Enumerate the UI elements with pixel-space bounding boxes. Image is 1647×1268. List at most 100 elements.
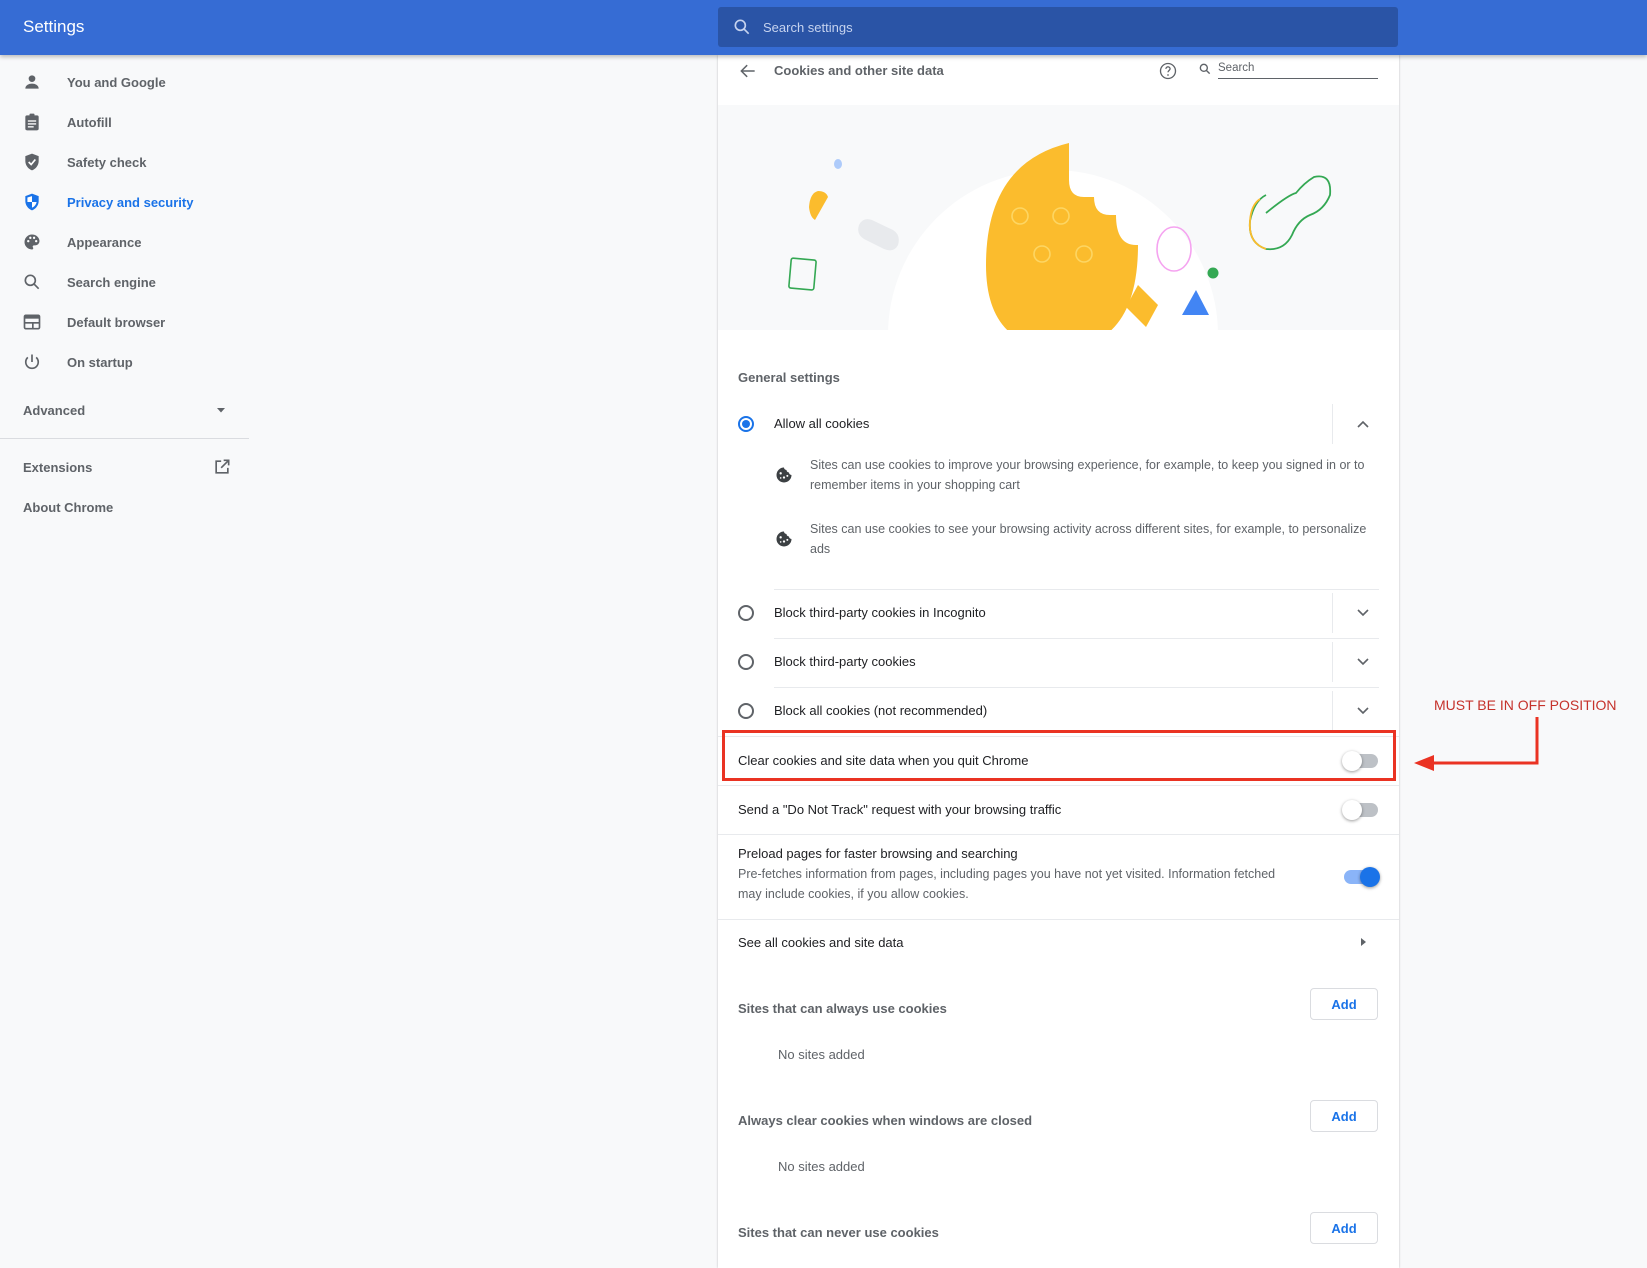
do-not-track-toggle[interactable] [1342,800,1378,820]
sidebar-item-about-chrome[interactable]: About Chrome [0,487,250,527]
add-never-allow-button[interactable]: Add [1310,1212,1378,1244]
search-icon [24,274,40,290]
clipboard-icon [25,113,39,131]
general-settings-title: General settings [738,370,840,385]
toggle-label: Preload pages for faster browsing and se… [738,846,1018,861]
browser-window-icon [23,314,41,330]
palette-icon [24,234,40,250]
annotation-arrow-icon [1414,717,1539,771]
separator [1332,404,1333,444]
radio-block-all: Block all cookies (not recommended) [718,687,1399,735]
radio-label[interactable]: Block third-party cookies in Incognito [774,605,986,620]
cookie-icon [776,531,792,547]
search-settings-input[interactable] [763,7,1363,47]
search-settings-box[interactable] [718,7,1398,47]
toggle-knob [1342,800,1362,820]
yellow-blob-edge [1248,198,1267,250]
extensions-label: Extensions [23,459,93,475]
sidebar-item-you-and-google[interactable]: You and Google [0,62,250,102]
see-all-cookies-label: See all cookies and site data [738,935,904,950]
back-arrow-icon[interactable] [738,61,758,81]
green-blob-shape [1248,175,1332,251]
sidebar-item-autofill[interactable]: Autofill [0,102,250,142]
sidebar-item-label: Search engine [67,274,156,290]
separator [1332,593,1333,633]
separator [1332,642,1333,682]
sidebar-item-extensions[interactable]: Extensions [0,447,250,487]
radio-button-block-all[interactable] [738,703,754,719]
sidebar-item-label: Safety check [67,154,147,170]
blue-dot-shape [834,159,842,169]
sidebar-item-label: Autofill [67,114,112,130]
arrow-right-icon [1361,938,1366,946]
sidebar-item-privacy-and-security[interactable]: Privacy and security [0,182,250,222]
chevron-down-icon [1357,609,1369,617]
sidebar-item-label: Default browser [67,314,166,330]
add-clear-on-exit-button[interactable]: Add [1310,1100,1378,1132]
grey-pill-shape [858,219,899,251]
allow-detail-item: Sites can use cookies to see your browsi… [774,519,1374,561]
expand-button[interactable] [1348,699,1378,723]
subpage-search[interactable] [1198,57,1380,81]
add-always-allow-button[interactable]: Add [1310,988,1378,1020]
shield-check-icon [25,153,39,171]
shield-half-icon [25,193,39,211]
list-title-never-allow: Sites that can never use cookies [738,1225,939,1240]
empty-list-text: No sites added [778,1047,865,1062]
radio-label[interactable]: Block third-party cookies [774,654,916,669]
sidebar-item-appearance[interactable]: Appearance [0,222,250,262]
chevron-down-icon [1357,658,1369,666]
subpage-header: Cookies and other site data [718,55,1399,105]
sidebar-item-label: Privacy and security [67,194,194,210]
radio-block-third-party-incognito: Block third-party cookies in Incognito [718,589,1399,637]
sidebar-divider [0,438,249,439]
expand-button[interactable] [1348,650,1378,674]
power-icon [24,354,40,370]
sidebar-item-default-browser[interactable]: Default browser [0,302,250,342]
sidebar-item-label: You and Google [67,74,166,90]
sidebar-item-search-engine[interactable]: Search engine [0,262,250,302]
annotation-text: MUST BE IN OFF POSITION [1434,697,1617,713]
sidebar-advanced-toggle[interactable]: Advanced [0,390,250,430]
advanced-label: Advanced [23,402,86,418]
cookie-shape [986,143,1138,330]
green-dot-shape [1207,267,1219,279]
expand-button[interactable] [1348,601,1378,625]
yellow-crescent-shape [809,191,828,220]
allow-detail-item: Sites can use cookies to improve your br… [774,455,1374,497]
subpage-search-input[interactable] [1218,57,1378,79]
help-icon[interactable] [1158,61,1178,81]
separator [1332,691,1333,731]
page-title: Cookies and other site data [774,63,944,78]
list-title-always-allow: Sites that can always use cookies [738,1001,947,1016]
radio-label[interactable]: Block all cookies (not recommended) [774,703,987,718]
about-chrome-label: About Chrome [23,499,114,515]
search-icon [734,19,750,35]
radio-button-block-third-party[interactable] [738,654,754,670]
annotation-highlight-box [722,730,1396,781]
allow-detail-text: Sites can use cookies to improve your br… [810,458,1365,492]
cookie-illustration-graphic [788,143,1332,330]
radio-button-block-incognito[interactable] [738,605,754,621]
toggle-sublabel: Pre-fetches information from pages, incl… [738,867,1276,901]
sidebar-item-label: Appearance [67,234,142,250]
external-link-icon [215,459,230,474]
empty-list-text: No sites added [778,1159,865,1174]
search-icon [1199,63,1211,75]
green-square-shape [788,257,817,291]
preload-toggle[interactable] [1344,867,1380,887]
sidebar-item-safety-check[interactable]: Safety check [0,142,250,182]
list-title-clear-on-exit: Always clear cookies when windows are cl… [738,1113,1033,1128]
app-title: Settings [23,17,85,36]
allow-detail-text: Sites can use cookies to see your browsi… [810,522,1367,556]
radio-allow-all-cookies: Allow all cookies [718,400,1399,448]
toggle-label: Send a "Do Not Track" request with your … [738,802,1062,817]
collapse-button[interactable] [1348,412,1378,436]
radio-label[interactable]: Allow all cookies [774,416,869,431]
radio-button-allow-all[interactable] [738,416,754,432]
cookies-settings-card: Cookies and other site data General [718,55,1399,1268]
see-all-cookies-link[interactable]: See all cookies and site data [718,919,1399,967]
person-icon [25,75,39,89]
toggle-row-do-not-track: Send a "Do Not Track" request with your … [718,785,1399,834]
sidebar-item-on-startup[interactable]: On startup [0,342,250,382]
